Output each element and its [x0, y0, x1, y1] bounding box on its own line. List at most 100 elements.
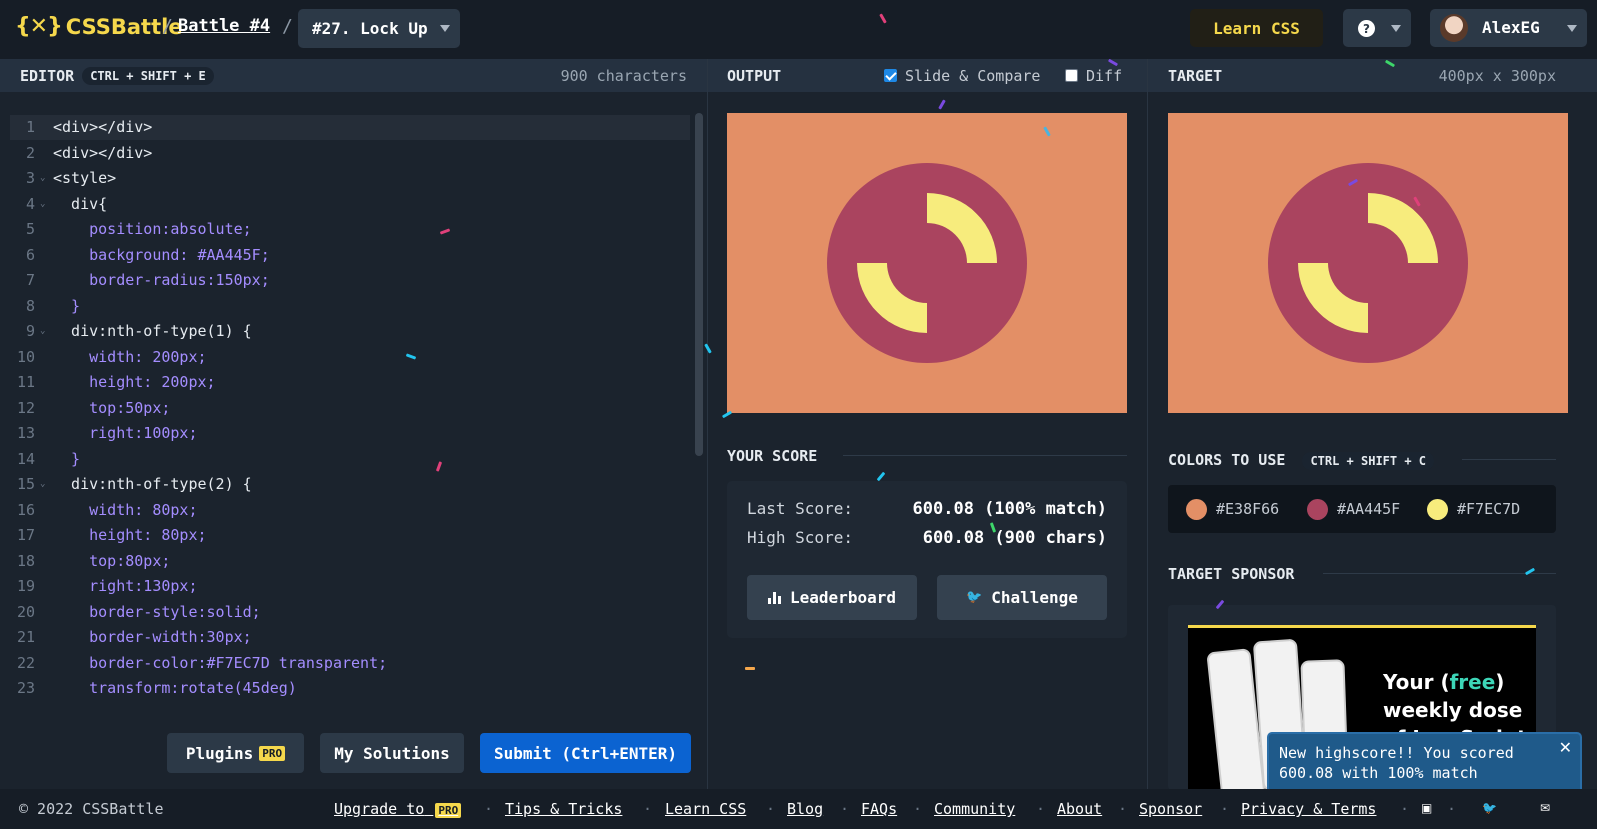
pane-divider	[707, 59, 708, 789]
line-number: 23	[16, 679, 35, 697]
editor-shortcut: CTRL + SHIFT + E	[82, 66, 214, 85]
colors-title: COLORS TO USE CTRL + SHIFT + C	[1168, 451, 1435, 470]
plugins-button[interactable]: Plugins PRO	[167, 733, 304, 773]
code-line[interactable]: 6 background: #AA445F;	[10, 243, 690, 268]
code-line[interactable]: 23 transform:rotate(45deg)	[10, 676, 690, 701]
code-text: <style>	[53, 169, 117, 187]
code-text: top:50px;	[53, 398, 171, 417]
code-line[interactable]: 1 <div></div>	[10, 115, 690, 140]
footer-separator: ·	[1400, 800, 1410, 818]
line-number: 20	[16, 602, 35, 621]
footer-link-about[interactable]: About	[1057, 800, 1102, 818]
help-menu-button[interactable]: ?	[1343, 9, 1411, 47]
code-line[interactable]: 2 <div></div>	[10, 141, 690, 166]
code-line[interactable]: 20 border-style:solid;	[10, 600, 690, 625]
twitter-icon[interactable]: 🐦	[1482, 801, 1498, 815]
color-code[interactable]: #F7EC7D	[1457, 500, 1520, 518]
bar-chart-icon	[768, 591, 782, 604]
editor-scrollbar[interactable]	[695, 113, 703, 456]
code-line[interactable]: 13 right:100px;	[10, 421, 690, 446]
leaderboard-label: Leaderboard	[790, 588, 896, 607]
code-line[interactable]: 3 <style> ⌄	[10, 166, 690, 191]
output-canvas[interactable]	[727, 113, 1127, 413]
code-line[interactable]: 12 top:50px;	[10, 396, 690, 421]
high-score-label: High Score:	[747, 528, 853, 547]
color-code[interactable]: #AA445F	[1337, 500, 1400, 518]
code-text: height: 80px;	[53, 526, 207, 544]
upgrade-link[interactable]: Upgrade to PRO	[334, 800, 462, 818]
slide-compare-label: Slide & Compare	[905, 66, 1041, 85]
code-text: div{	[53, 194, 108, 213]
challenge-select-label: #27. Lock Up	[312, 19, 428, 38]
battle-link[interactable]: Battle #4	[178, 16, 270, 36]
footer-link-blog[interactable]: Blog	[787, 800, 823, 818]
code-line[interactable]: 8 }	[10, 294, 690, 319]
line-number: 17	[16, 526, 35, 544]
code-line[interactable]: 4 div{⌄	[10, 192, 690, 217]
color-code[interactable]: #E38F66	[1216, 500, 1279, 518]
colors-title-text: COLORS TO USE	[1168, 451, 1286, 469]
chevron-down-icon	[1567, 25, 1577, 32]
ad-line2: weekly dose	[1383, 698, 1523, 722]
code-line[interactable]: 22 border-color:#F7EC7D transparent;	[10, 651, 690, 676]
code-text: top:80px;	[53, 551, 171, 570]
ad-free: free	[1449, 670, 1496, 694]
footer-link-sponsor[interactable]: Sponsor	[1139, 800, 1202, 818]
code-line[interactable]: 10 width: 200px;	[10, 345, 690, 370]
fold-icon[interactable]: ⌄	[40, 472, 45, 497]
code-line[interactable]: 16 width: 80px;	[10, 498, 690, 523]
leaderboard-button[interactable]: Leaderboard	[747, 575, 917, 620]
code-editor[interactable]: 1 <div></div> 2 <div></div> 3 <style> ⌄ 4 div{⌄…	[0, 92, 707, 718]
code-text: height: 200px;	[53, 373, 216, 391]
top-navbar: {✕} CSSBattle / Battle #4 / #27. Lock Up…	[0, 0, 1597, 59]
code-line[interactable]: 19 right:130px;	[10, 574, 690, 599]
code-text: width: 80px;	[53, 500, 198, 519]
mail-icon[interactable]: ✉	[1540, 801, 1556, 815]
fold-icon[interactable]: ⌄	[40, 166, 45, 191]
footer: © 2022 CSSBattle Upgrade to PRO · Tips &…	[0, 789, 1597, 829]
user-menu-button[interactable]: AlexEG	[1430, 9, 1587, 47]
color-swatch[interactable]	[1186, 499, 1207, 520]
discord-icon[interactable]: ▣	[1421, 801, 1437, 815]
code-text: border-width:30px;	[53, 628, 252, 646]
code-line[interactable]: 14 }	[10, 447, 690, 472]
submit-button[interactable]: Submit (Ctrl+ENTER)	[480, 733, 691, 773]
my-solutions-button[interactable]: My Solutions	[320, 733, 464, 773]
footer-link-learn-css[interactable]: Learn CSS	[665, 800, 746, 818]
challenge-select[interactable]: #27. Lock Up	[298, 9, 460, 48]
footer-link-privacy[interactable]: Privacy & Terms	[1241, 800, 1376, 818]
output-header: OUTPUT Slide & Compare Diff	[708, 59, 1147, 92]
line-number: 5	[25, 220, 35, 238]
color-swatch[interactable]	[1307, 499, 1328, 520]
footer-separator: ·	[1220, 800, 1230, 818]
learn-css-button[interactable]: Learn CSS	[1190, 9, 1323, 47]
fold-icon[interactable]: ⌄	[40, 319, 45, 344]
code-line[interactable]: 11 height: 200px;	[10, 370, 690, 395]
code-line[interactable]: 17 height: 80px;	[10, 523, 690, 548]
slide-compare-checkbox[interactable]	[884, 68, 897, 82]
footer-link-tips[interactable]: Tips & Tricks	[505, 800, 622, 818]
code-line[interactable]: 9 div:nth-of-type(1) {⌄	[10, 319, 690, 344]
code-line[interactable]: 5 position:absolute;	[10, 217, 690, 242]
code-text: border-color:#F7EC7D transparent;	[53, 653, 388, 672]
colors-divider	[1462, 459, 1556, 460]
code-line[interactable]: 18 top:80px;	[10, 549, 690, 574]
footer-link-faqs[interactable]: FAQs	[861, 800, 897, 818]
score-divider	[843, 455, 1127, 456]
code-line[interactable]: 7 border-radius:150px;	[10, 268, 690, 293]
code-text: <div></div>	[53, 143, 153, 162]
footer-link-community[interactable]: Community	[934, 800, 1015, 818]
slide-compare-toggle[interactable]: Slide & Compare	[884, 67, 1040, 85]
code-line[interactable]: 21 border-width:30px;	[10, 625, 690, 650]
diff-toggle[interactable]: Diff	[1065, 67, 1122, 85]
fold-icon[interactable]: ⌄	[40, 192, 45, 217]
challenge-button[interactable]: 🐦 Challenge	[937, 575, 1107, 620]
code-text: width: 200px;	[53, 347, 207, 366]
code-line[interactable]: 15 div:nth-of-type(2) {⌄	[10, 472, 690, 497]
code-text: transform:rotate(45deg)	[53, 679, 297, 697]
close-icon[interactable]: ✕	[1559, 738, 1572, 758]
code-text: background: #AA445F;	[53, 245, 270, 264]
logo[interactable]: {✕} CSSBattle	[15, 14, 183, 39]
diff-checkbox[interactable]	[1065, 68, 1078, 82]
color-swatch[interactable]	[1427, 499, 1448, 520]
